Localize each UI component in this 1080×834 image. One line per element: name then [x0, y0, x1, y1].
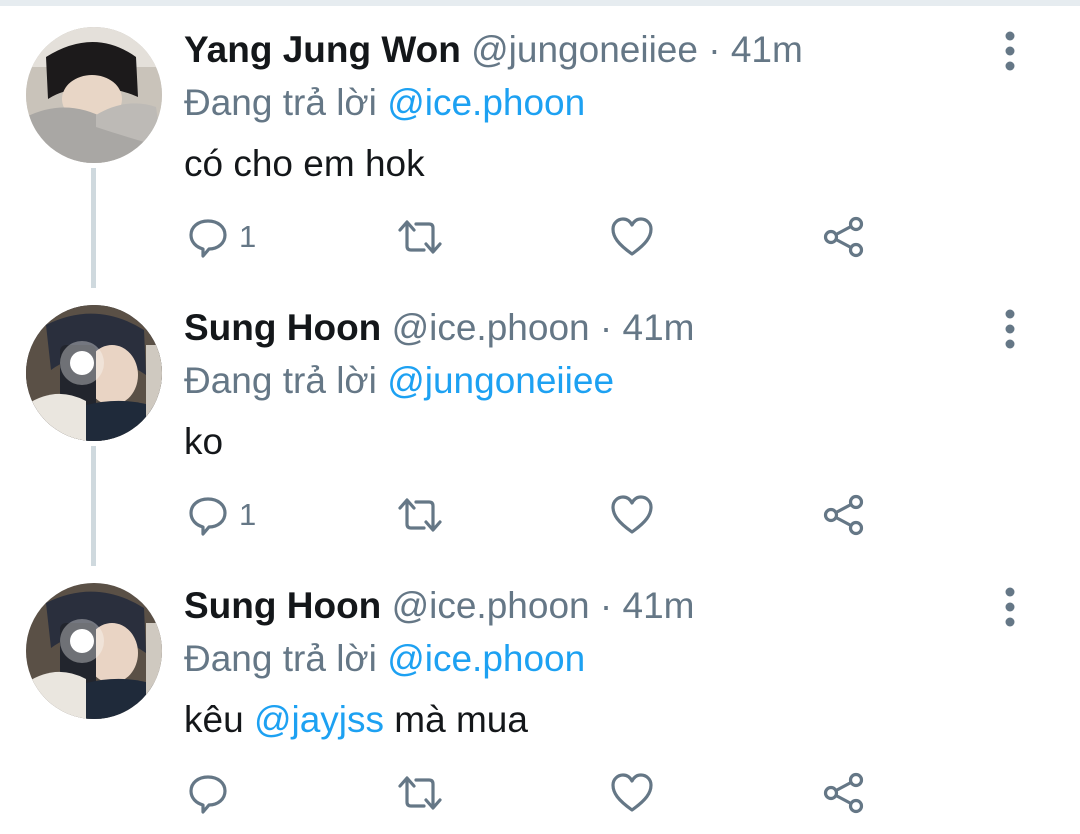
replying-to: Đang trả lời @ice.phoon [184, 634, 1000, 684]
replying-to-mention[interactable]: @ice.phoon [387, 638, 585, 679]
tweet[interactable]: Sung Hoon @ice.phoon · 41m Đang trả lời … [0, 278, 1080, 556]
reply-count: 1 [239, 497, 257, 532]
retweet-button[interactable] [396, 212, 444, 262]
tweet-text-part: kêu [184, 699, 244, 740]
share-icon [823, 216, 864, 258]
separator-dot: · [599, 585, 613, 626]
reply-button[interactable]: 1 [187, 490, 256, 540]
user-handle[interactable]: @jungoneiiee [471, 29, 698, 70]
avatar[interactable] [26, 27, 162, 163]
replying-to: Đang trả lời @jungoneiiee [184, 356, 1000, 406]
replying-to-mention[interactable]: @ice.phoon [387, 82, 585, 123]
tweet-text-part: mà mua [394, 699, 528, 740]
avatar[interactable] [26, 305, 162, 441]
tweet-header: Yang Jung Won @jungoneiiee · 41m [184, 22, 1000, 78]
user-handle[interactable]: @ice.phoon [392, 307, 590, 348]
timestamp[interactable]: 41m [623, 585, 695, 626]
tweet-text-mention[interactable]: @jayjss [254, 699, 384, 740]
reply-icon [189, 497, 227, 536]
replying-to-label: Đang trả lời [184, 82, 377, 123]
timestamp[interactable]: 41m [731, 29, 803, 70]
share-button[interactable] [822, 768, 866, 818]
tweet-content: Yang Jung Won @jungoneiiee · 41m Đang tr… [184, 22, 1000, 190]
tweet-content: Sung Hoon @ice.phoon · 41m Đang trả lời … [184, 300, 1000, 468]
retweet-button[interactable] [396, 768, 444, 818]
like-icon [611, 495, 653, 534]
like-button[interactable] [610, 212, 654, 262]
retweet-icon [398, 776, 442, 810]
reply-icon [189, 775, 227, 814]
like-icon [611, 217, 653, 256]
replying-to-mention[interactable]: @jungoneiiee [387, 360, 614, 401]
tweet-header: Sung Hoon @ice.phoon · 41m [184, 300, 1000, 356]
share-button[interactable] [822, 212, 866, 262]
like-button[interactable] [610, 490, 654, 540]
display-name[interactable]: Sung Hoon [184, 585, 381, 626]
more-options-icon[interactable] [996, 586, 1024, 628]
tweet-text: ko [184, 421, 224, 462]
avatar[interactable] [26, 583, 162, 719]
tweet-actions [0, 768, 1080, 818]
replying-to-label: Đang trả lời [184, 638, 377, 679]
replying-to-label: Đang trả lời [184, 360, 377, 401]
separator-dot: · [599, 307, 613, 348]
tweet-header: Sung Hoon @ice.phoon · 41m [184, 578, 1000, 634]
user-handle[interactable]: @ice.phoon [392, 585, 590, 626]
replying-to: Đang trả lời @ice.phoon [184, 78, 1000, 128]
display-name[interactable]: Yang Jung Won [184, 29, 461, 70]
share-icon [823, 772, 864, 814]
reply-button[interactable] [187, 768, 239, 818]
more-options-icon[interactable] [996, 308, 1024, 350]
like-button[interactable] [610, 768, 654, 818]
share-button[interactable] [822, 490, 866, 540]
retweet-button[interactable] [396, 490, 444, 540]
like-icon [611, 773, 653, 812]
reply-button[interactable]: 1 [187, 212, 256, 262]
timestamp[interactable]: 41m [623, 307, 695, 348]
tweet[interactable]: Yang Jung Won @jungoneiiee · 41m Đang tr… [0, 0, 1080, 278]
tweet-text: có cho em hok [184, 143, 425, 184]
tweet-content: Sung Hoon @ice.phoon · 41m Đang trả lời … [184, 578, 1000, 746]
tweet-text: kêu @jayjss mà mua [184, 694, 1000, 746]
tweet-actions: 1 [0, 490, 1080, 540]
more-options-icon[interactable] [996, 30, 1024, 72]
separator-dot: · [708, 29, 721, 70]
share-icon [823, 494, 864, 536]
display-name[interactable]: Sung Hoon [184, 307, 381, 348]
tweet-actions: 1 [0, 212, 1080, 262]
retweet-icon [398, 498, 442, 532]
reply-count: 1 [239, 219, 257, 254]
tweet[interactable]: Sung Hoon @ice.phoon · 41m Đang trả lời … [0, 556, 1080, 834]
reply-icon [189, 219, 227, 258]
retweet-icon [398, 220, 442, 254]
